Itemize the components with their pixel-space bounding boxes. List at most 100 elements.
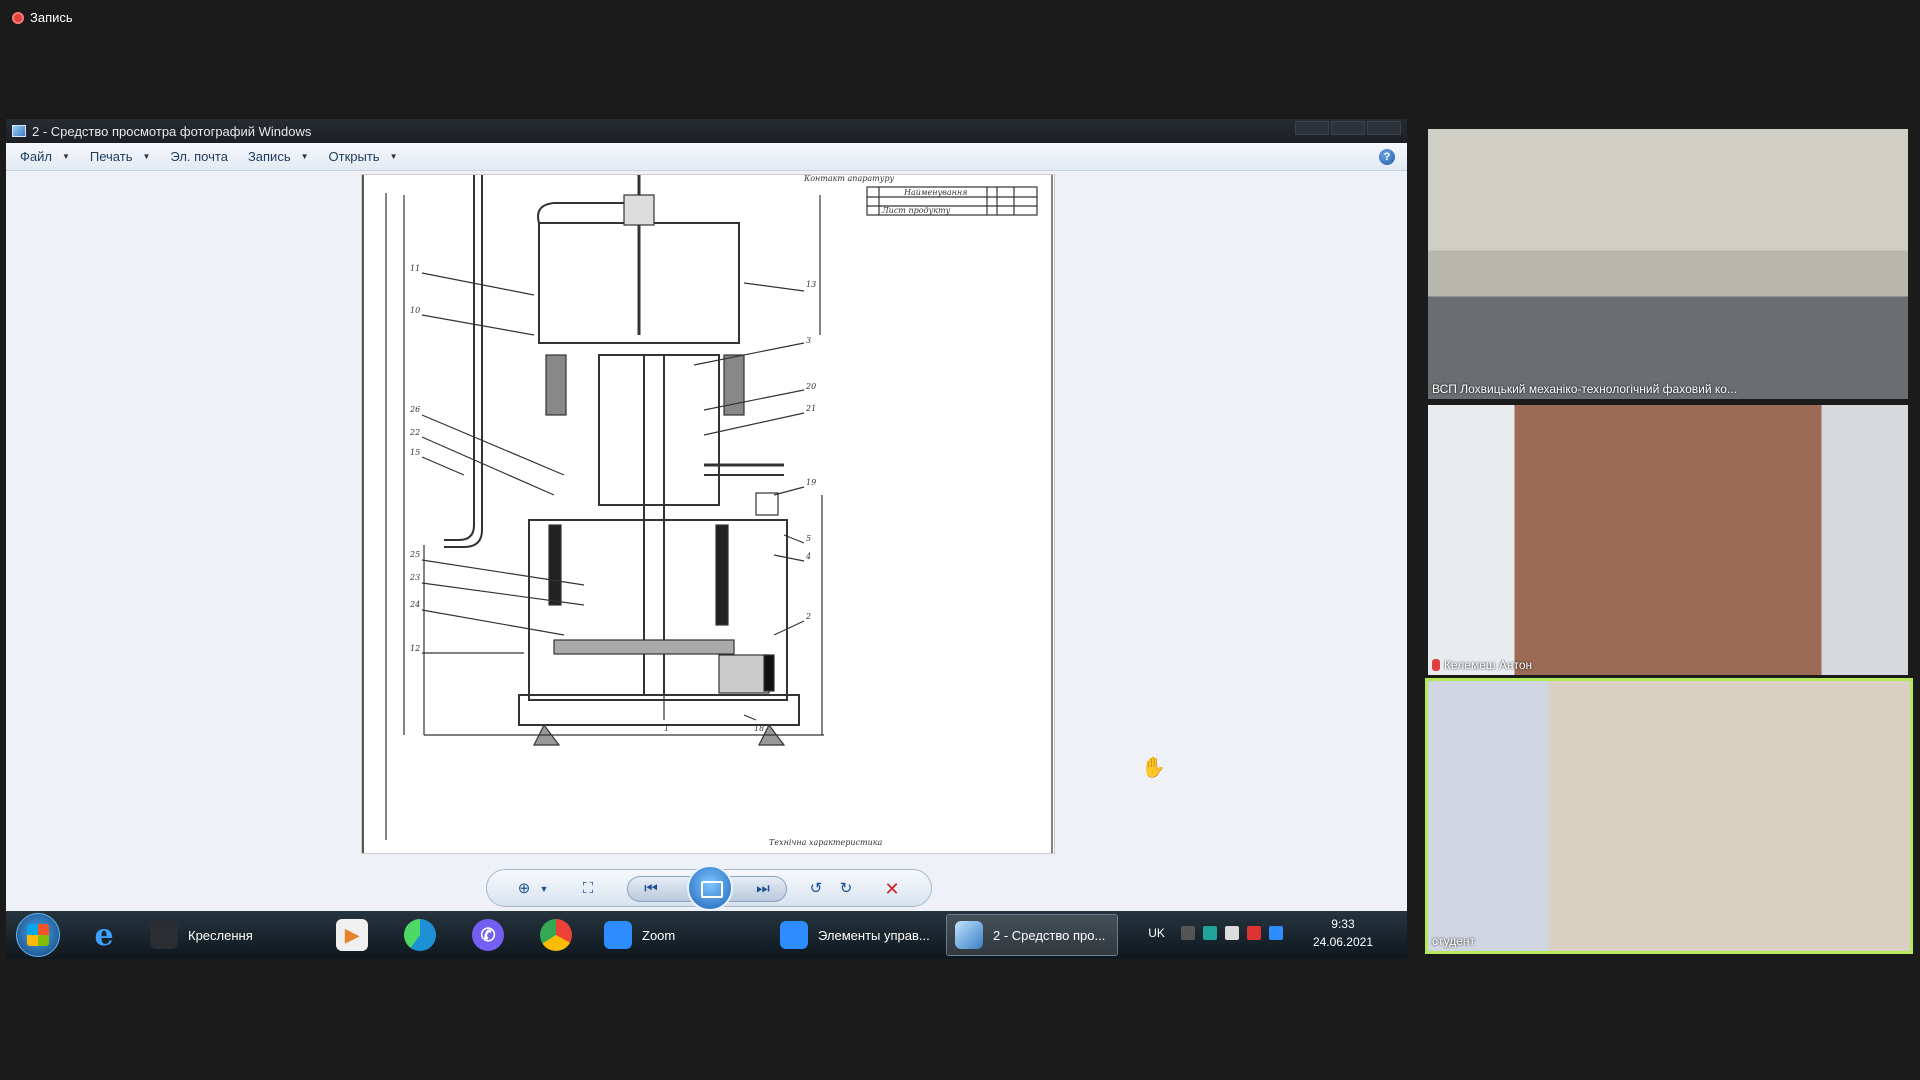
drawing-number: 10 bbox=[410, 306, 420, 315]
drawing-number: 3 bbox=[806, 336, 811, 345]
clock[interactable]: 9:33 24.06.2021 bbox=[1313, 915, 1373, 951]
windows-taskbar: e Креслення ▶ ✆ Zoom Элементы управ... 2… bbox=[6, 911, 1407, 959]
rotate-clockwise-icon[interactable]: ↻ bbox=[835, 878, 857, 900]
zoom-icon[interactable]: ⊕ bbox=[513, 878, 535, 900]
participant-name: ВСП Лохвицький механіко-технологічний фа… bbox=[1432, 382, 1737, 396]
participant-name-label: студент bbox=[1432, 934, 1476, 948]
menu-email[interactable]: Эл. почта bbox=[170, 149, 228, 164]
media-player-icon[interactable]: ▶ bbox=[336, 919, 368, 951]
zoom-tray-icon[interactable] bbox=[1268, 926, 1283, 940]
antivirus-icon[interactable] bbox=[1246, 926, 1261, 940]
shared-screen: 2 - Средство просмотра фотографий Window… bbox=[6, 119, 1407, 959]
system-tray: UK 9:33 24.06.2021 bbox=[1148, 915, 1387, 951]
drawing-number: 13 bbox=[806, 280, 816, 289]
drawing-number: 20 bbox=[805, 382, 816, 391]
recording-label: Запись bbox=[30, 10, 73, 25]
menu-label: Эл. почта bbox=[170, 149, 228, 164]
drawing-header: Контакт апаратуру bbox=[803, 175, 894, 183]
task-label: Zoom bbox=[642, 927, 676, 943]
usb-icon[interactable] bbox=[1224, 926, 1239, 940]
task-label: 2 - Средство про... bbox=[993, 927, 1106, 943]
previous-icon[interactable]: ⏮ bbox=[640, 878, 662, 900]
drawing-number: 5 bbox=[806, 534, 811, 543]
drawing-caption: Технічна характеристика bbox=[769, 838, 883, 847]
drawing-number: 25 bbox=[409, 550, 420, 559]
participant-name: Келемеш Антон bbox=[1432, 658, 1532, 672]
menu-burn[interactable]: Запись ▼ bbox=[248, 149, 309, 164]
viewer-controls: ⊕ ▼ ⛶ ⏮ ⏭ ↺ ↻ ✕ bbox=[486, 865, 932, 911]
task-label: Элементы управ... bbox=[818, 927, 930, 943]
clock-time: 9:33 bbox=[1331, 917, 1355, 931]
drawing-number: 4 bbox=[805, 552, 811, 561]
taskbar-task-controls[interactable]: Элементы управ... bbox=[772, 914, 942, 956]
participant-video-active-speaker[interactable]: студент bbox=[1425, 678, 1913, 954]
close-button[interactable] bbox=[1367, 121, 1401, 135]
drawing-table-row: Лист продукту bbox=[881, 206, 951, 215]
drawing-number: 24 bbox=[409, 600, 420, 609]
participant-name-label: ВСП Лохвицький механіко-технологічний фа… bbox=[1432, 382, 1737, 396]
maximize-button[interactable] bbox=[1331, 121, 1365, 135]
taskbar-task-zoom[interactable]: Zoom bbox=[596, 914, 766, 956]
minimize-button[interactable] bbox=[1295, 121, 1329, 135]
participant-video[interactable]: ВСП Лохвицький механіко-технологічний фа… bbox=[1428, 129, 1908, 399]
next-icon[interactable]: ⏭ bbox=[752, 878, 774, 900]
app-icon bbox=[150, 921, 178, 949]
viewer-menubar: Файл ▼ Печать ▼ Эл. почта Запись ▼ Открыть ▼… bbox=[6, 143, 1407, 171]
menu-label: Файл bbox=[20, 149, 52, 164]
menu-print[interactable]: Печать ▼ bbox=[90, 149, 151, 164]
zoom-app-icon bbox=[780, 921, 808, 949]
clock-date: 24.06.2021 bbox=[1312, 935, 1373, 949]
help-icon[interactable]: ? bbox=[1379, 149, 1395, 165]
taskbar-task-photo-viewer[interactable]: 2 - Средство про... bbox=[946, 914, 1118, 956]
record-icon bbox=[12, 11, 24, 24]
chevron-down-icon: ▼ bbox=[142, 152, 151, 161]
menu-open[interactable]: Открыть ▼ bbox=[329, 149, 398, 164]
drawing-table-col: Найменування bbox=[903, 188, 967, 197]
drawing-number: 26 bbox=[409, 405, 420, 414]
drawing-number: 18 bbox=[754, 724, 764, 733]
taskbar-task-kreslennia[interactable]: Креслення bbox=[142, 914, 312, 956]
muted-mic-icon bbox=[1432, 659, 1440, 671]
chevron-down-icon: ▼ bbox=[389, 152, 398, 161]
language-indicator[interactable]: UK bbox=[1148, 926, 1165, 940]
participant-name: студент bbox=[1432, 934, 1475, 948]
menu-label: Запись bbox=[247, 149, 291, 164]
start-button[interactable] bbox=[16, 913, 60, 957]
menu-label: Открыть bbox=[328, 149, 380, 164]
viber-icon[interactable]: ✆ bbox=[472, 919, 504, 951]
drawing-svg: Контакт апаратуру Найменування Лист прод… bbox=[385, 175, 1053, 853]
window-title: 2 - Средство просмотра фотографий Window… bbox=[32, 123, 312, 139]
windows-logo-icon bbox=[27, 924, 49, 946]
drawing-number: 12 bbox=[410, 644, 420, 653]
drawing-number: 19 bbox=[806, 478, 816, 487]
internet-explorer-icon[interactable]: e bbox=[88, 918, 120, 953]
participant-video[interactable]: Келемеш Антон bbox=[1428, 405, 1908, 675]
technical-drawing: Контакт апаратуру Найменування Лист прод… bbox=[362, 175, 1054, 853]
chrome-icon[interactable] bbox=[540, 919, 572, 951]
menu-file[interactable]: Файл ▼ bbox=[20, 149, 70, 164]
participant-name-label: Келемеш Антон bbox=[1444, 658, 1533, 672]
chevron-down-icon: ▼ bbox=[61, 152, 70, 161]
network-icon[interactable] bbox=[1180, 926, 1195, 940]
slideshow-icon[interactable] bbox=[687, 865, 733, 911]
delete-icon[interactable]: ✕ bbox=[881, 878, 903, 900]
drawing-number: 1 bbox=[664, 724, 669, 733]
fit-to-window-icon[interactable]: ⛶ bbox=[577, 878, 599, 900]
chevron-down-icon[interactable]: ▼ bbox=[533, 878, 555, 900]
photo-viewer-icon bbox=[955, 921, 983, 949]
drawing-number: 21 bbox=[805, 404, 816, 413]
tray-app-icon[interactable] bbox=[1202, 926, 1217, 940]
photo-viewer-icon bbox=[12, 125, 26, 137]
hand-cursor-icon: ✋ bbox=[1141, 757, 1166, 779]
drawing-number: 15 bbox=[410, 448, 420, 457]
task-label: Креслення bbox=[188, 927, 253, 943]
drawing-number: 11 bbox=[410, 264, 420, 273]
rotate-counterclockwise-icon[interactable]: ↺ bbox=[805, 878, 827, 900]
image-viewport[interactable]: Контакт апаратуру Найменування Лист прод… bbox=[6, 171, 1407, 911]
zoom-app-icon bbox=[604, 921, 632, 949]
window-titlebar: 2 - Средство просмотра фотографий Window… bbox=[6, 119, 1407, 143]
drawing-number: 2 bbox=[805, 612, 811, 621]
edge-icon[interactable] bbox=[404, 919, 436, 951]
menu-label: Печать bbox=[89, 149, 133, 164]
chevron-down-icon: ▼ bbox=[300, 152, 309, 161]
